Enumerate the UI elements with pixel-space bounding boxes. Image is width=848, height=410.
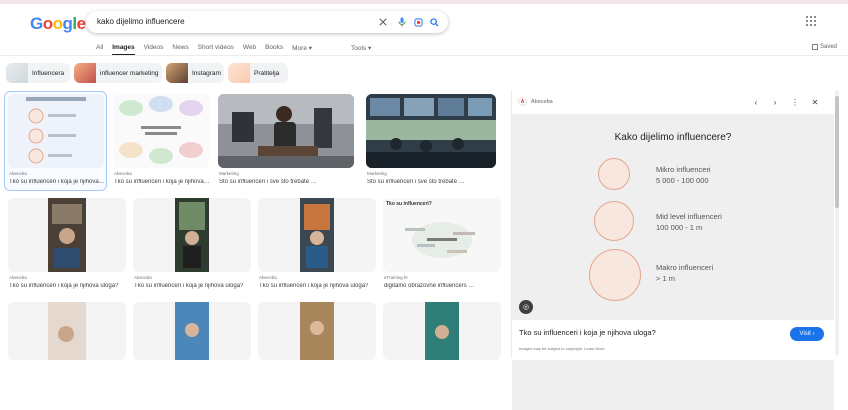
chip-influencer-marketing[interactable]: influencer marketing	[74, 63, 162, 83]
preview-image[interactable]: Kako dijelimo influencere? Mikro influen…	[512, 114, 834, 410]
copyright-notice: Images may be subject to copyright. Lear…	[519, 346, 605, 351]
result-image[interactable]	[133, 302, 251, 360]
chip-instagram[interactable]: Instagram	[166, 63, 224, 83]
chip-thumbnail	[74, 63, 96, 83]
scrollbar-thumb[interactable]	[835, 96, 839, 208]
panel-title[interactable]: Tko su influenceri i koja je njihova ulo…	[519, 328, 656, 337]
apps-grid-icon[interactable]	[806, 16, 816, 26]
result-source: Abeceba	[9, 275, 27, 280]
result-card-5[interactable]: Abeceba Tko su influenceri i koja je nji…	[8, 198, 126, 294]
preview-item-label: Mid level influenceri	[656, 212, 722, 221]
chip-label: Pratitelja	[254, 69, 280, 77]
result-title[interactable]: Tko su influenceri i koja je njihova ulo…	[134, 283, 252, 289]
result-title[interactable]: Tko su influenceri i koja je njihova…	[114, 179, 210, 185]
result-image[interactable]	[258, 198, 376, 272]
chip-label: influencer marketing	[100, 69, 159, 77]
result-source: Abeceba	[134, 275, 152, 280]
result-card-3[interactable]: Marketing Što su influenceri i sve što t…	[218, 94, 354, 190]
result-image[interactable]	[258, 302, 376, 360]
clear-icon[interactable]	[376, 15, 390, 29]
saved-label: Saved	[820, 44, 838, 50]
chip-thumbnail	[166, 63, 188, 83]
result-card-7[interactable]: Abeceba Tko su influenceri i koja je nji…	[258, 198, 376, 294]
result-title[interactable]: Tko su influenceri i koja je njihova ulo…	[9, 283, 127, 289]
result-card-1[interactable]: Abeceba Tko su influenceri i koja je nji…	[8, 94, 105, 190]
result-source: Abeceba	[9, 171, 27, 176]
result-title[interactable]: digitalno obrazovne influencers …	[384, 283, 502, 289]
result-title[interactable]: Što su influenceri i sve što trebate …	[367, 179, 497, 185]
chip-influencera[interactable]: Influencera	[6, 63, 70, 83]
panel-source-name: Abeceba	[531, 98, 553, 105]
macro-influencer-icon	[589, 249, 641, 301]
search-input[interactable]: kako dijelimo influencere	[97, 17, 185, 26]
result-card-12[interactable]	[383, 302, 501, 360]
logo-letter: G	[30, 14, 43, 33]
result-card-6[interactable]: Abeceba Tko su influenceri i koja je nji…	[133, 198, 251, 294]
result-title[interactable]: Tko su influenceri i koja je njihova ulo…	[259, 283, 377, 289]
result-source: Marketing	[367, 171, 387, 176]
result-image[interactable]	[113, 94, 209, 168]
result-image[interactable]	[383, 302, 501, 360]
chip-thumbnail	[6, 63, 28, 83]
chip-label: Instagram	[192, 69, 221, 77]
result-title[interactable]: Što su influenceri i sve što trebate …	[219, 179, 355, 185]
panel-scrollbar[interactable]	[835, 90, 839, 355]
bookmark-icon	[812, 44, 818, 50]
result-image[interactable]: Tko su influenceri?	[383, 198, 501, 272]
result-source: Abeceba	[259, 275, 277, 280]
abeceba-favicon-icon: A	[518, 97, 527, 106]
chip-label: Influencera	[32, 69, 65, 77]
header-divider	[0, 55, 848, 56]
mid-influencer-icon	[594, 201, 634, 241]
lens-icon[interactable]	[411, 15, 425, 29]
microphone-icon[interactable]	[395, 15, 409, 29]
result-image-text: Tko su influenceri?	[386, 201, 432, 207]
chip-pratitelja[interactable]: Pratitelja	[228, 63, 288, 83]
result-source: Abeceba	[114, 171, 132, 176]
result-source: eTraining.hr	[384, 275, 408, 280]
result-image[interactable]	[366, 94, 496, 168]
result-card-8[interactable]: Tko su influenceri? eTraining.hr digital…	[383, 198, 501, 294]
preview-item-range: > 1 m	[656, 274, 675, 283]
preview-item-label: Mikro influenceri	[656, 165, 711, 174]
logo-letter: e	[76, 14, 86, 33]
logo-letter: o	[52, 14, 63, 33]
next-icon[interactable]: ›	[769, 96, 781, 108]
panel-source[interactable]: A Abeceba	[518, 97, 553, 106]
logo-letter: o	[42, 14, 53, 33]
chip-thumbnail	[228, 63, 250, 83]
preview-title: Kako dijelimo influencere?	[614, 132, 732, 143]
tools-button[interactable]: Tools ▾	[351, 44, 371, 52]
result-card-11[interactable]	[258, 302, 376, 360]
google-logo[interactable]: Google	[30, 14, 86, 34]
previous-icon[interactable]: ‹	[750, 96, 762, 108]
logo-letter: g	[62, 14, 73, 33]
result-image[interactable]	[218, 94, 354, 168]
result-card-10[interactable]	[133, 302, 251, 360]
micro-influencer-icon	[598, 158, 630, 190]
panel-footer: Tko su influenceri i koja je njihova ulo…	[512, 320, 834, 360]
preview-item-label: Makro influenceri	[656, 263, 714, 272]
result-source: Marketing	[219, 171, 239, 176]
more-options-icon[interactable]: ⋮	[789, 96, 801, 108]
search-box[interactable]: kako dijelimo influencere	[86, 11, 448, 33]
google-lens-icon[interactable]: ◎	[519, 300, 533, 314]
result-image[interactable]	[8, 302, 126, 360]
saved-button[interactable]: Saved	[812, 44, 837, 50]
search-icon[interactable]	[427, 15, 441, 29]
close-icon[interactable]: ✕	[809, 96, 821, 108]
result-card-9[interactable]	[8, 302, 126, 360]
result-image[interactable]	[133, 198, 251, 272]
preview-item-range: 100 000 - 1 m	[656, 223, 703, 232]
result-image[interactable]	[8, 94, 104, 168]
preview-item-range: 5 000 - 100 000	[656, 176, 709, 185]
visit-button[interactable]: Visit ›	[790, 327, 824, 341]
top-accent-line	[0, 0, 848, 4]
result-title[interactable]: Tko su influenceri i koja je njihova…	[9, 179, 105, 185]
image-preview-panel: A Abeceba ‹ › ⋮ ✕ Kako dijelimo influenc…	[511, 90, 834, 410]
result-card-4[interactable]: Marketing Što su influenceri i sve što t…	[366, 94, 496, 190]
result-image[interactable]	[8, 198, 126, 272]
result-card-2[interactable]: Abeceba Tko su influenceri i koja je nji…	[113, 94, 210, 190]
